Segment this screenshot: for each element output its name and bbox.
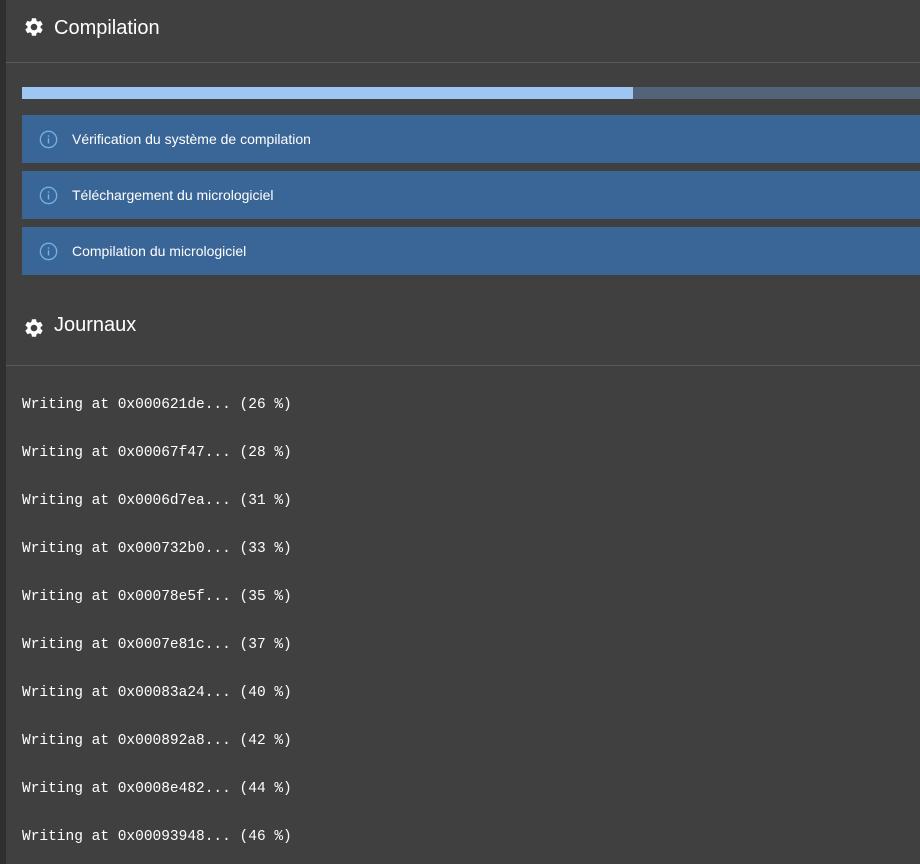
step-download: Téléchargement du micrologiciel — [22, 171, 920, 219]
info-icon — [39, 242, 58, 261]
log-output[interactable]: Writing at 0x000621de... (26 %) Writing … — [22, 381, 902, 861]
log-line: Writing at 0x00078e5f... (35 %) — [22, 589, 292, 605]
log-line: Writing at 0x00093948... (46 %) — [22, 829, 292, 845]
log-line: Writing at 0x00067f47... (28 %) — [22, 445, 292, 461]
compilation-progress-bar — [22, 87, 920, 99]
logs-header: Journaux — [6, 298, 920, 366]
info-icon — [39, 186, 58, 205]
step-label: Vérification du système de compilation — [72, 131, 311, 147]
log-line: Writing at 0x000892a8... (42 %) — [22, 733, 292, 749]
step-label: Téléchargement du micrologiciel — [72, 187, 274, 203]
log-line: Writing at 0x000732b0... (33 %) — [22, 541, 292, 557]
log-line: Writing at 0x0006d7ea... (31 %) — [22, 493, 292, 509]
gear-icon — [25, 18, 43, 36]
compilation-title: Compilation — [54, 17, 160, 39]
step-compile: Compilation du micrologiciel — [22, 227, 920, 275]
log-line: Writing at 0x0008e482... (44 %) — [22, 781, 292, 797]
log-line: Writing at 0x000621de... (26 %) — [22, 397, 292, 413]
info-icon — [39, 130, 58, 149]
left-edge — [0, 0, 6, 864]
step-verification: Vérification du système de compilation — [22, 115, 920, 163]
progress-fill — [22, 87, 633, 99]
log-line: Writing at 0x0007e81c... (37 %) — [22, 637, 292, 653]
logs-title: Journaux — [54, 314, 137, 336]
gear-icon — [25, 319, 43, 337]
step-label: Compilation du micrologiciel — [72, 243, 247, 259]
compilation-header: Compilation — [6, 0, 920, 63]
log-line: Writing at 0x00083a24... (40 %) — [22, 685, 292, 701]
